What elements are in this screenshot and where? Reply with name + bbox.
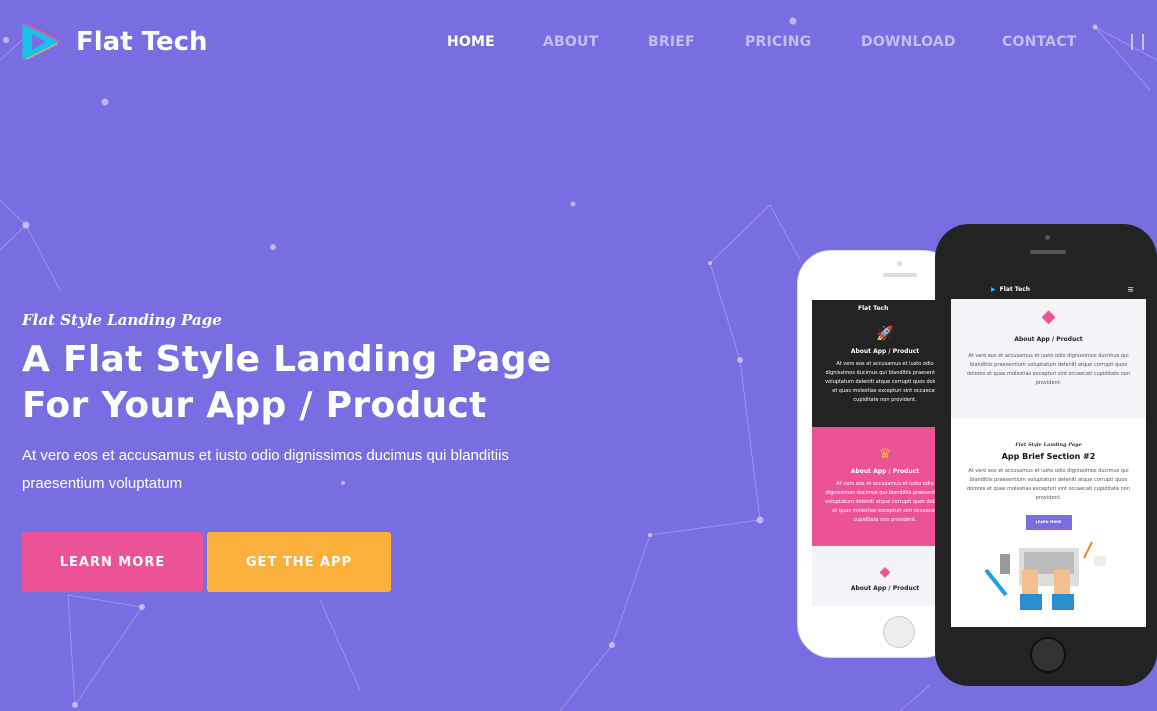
home-button	[1030, 637, 1066, 673]
crown-icon: ♛	[878, 446, 892, 462]
black-phone-mockup: ▶ Flat Tech ≡ ◆ About App / Product At v…	[935, 224, 1157, 686]
laptop-hands-illustration	[983, 541, 1106, 610]
brief-section: Flat Style Landing Page App Brief Sectio…	[951, 419, 1146, 627]
nav-contact[interactable]: CONTACT	[1002, 34, 1076, 50]
mini-logo-icon: ▶	[991, 286, 996, 293]
nav-home[interactable]: HOME	[447, 34, 495, 50]
hamburger-icon[interactable]: ≡	[1127, 285, 1134, 294]
section-text: At vero eos et accusamus et iusto odio d…	[967, 353, 1131, 386]
nav-about[interactable]: ABOUT	[543, 34, 598, 50]
speaker	[883, 273, 917, 277]
section-title: About App / Product	[1014, 336, 1083, 343]
mini-brand: Flat Tech	[999, 286, 1030, 293]
section-title: About App / Product	[850, 468, 920, 475]
nav-brief[interactable]: BRIEF	[648, 34, 695, 50]
brief-text: At vero eos et accusamus et iusto odio d…	[967, 468, 1131, 501]
diamond-icon: ◆	[1041, 306, 1056, 327]
diamond-icon: ◆	[879, 564, 891, 580]
nav-pricing[interactable]: PRICING	[745, 34, 811, 50]
home-button	[883, 616, 915, 648]
section-text: At vero eos et accusamus et iusto odio d…	[825, 361, 945, 403]
white-phone-mockup: Flat Tech 🚀 About App / Product At vero …	[797, 250, 958, 658]
brief-kicker: Flat Style Landing Page	[1015, 442, 1082, 448]
camera	[897, 261, 902, 266]
rocket-icon: 🚀	[876, 326, 894, 342]
hero-description: At vero eos et accusamus et iusto odio d…	[22, 447, 509, 492]
speaker	[1030, 250, 1066, 254]
hero-title-line1: A Flat Style Landing Page	[22, 339, 552, 380]
learn-more-button[interactable]: LEARN MORE	[22, 532, 203, 592]
pause-bars-icon[interactable]	[1131, 34, 1144, 50]
main-nav: HOME ABOUT BRIEF PRICING DOWNLOAD CONTAC…	[0, 34, 1157, 54]
mini-header: ▶ Flat Tech ≡	[951, 280, 1146, 299]
about-section: ◆ About App / Product At vero eos et acc…	[951, 299, 1146, 419]
nav-download[interactable]: DOWNLOAD	[861, 34, 956, 50]
mini-learn-more-button: LEARN MORE	[1025, 515, 1072, 530]
camera	[1045, 235, 1050, 240]
section-title: About App / Product	[850, 348, 920, 355]
section-text: At vero eos et accusamus et iusto odio d…	[825, 481, 945, 523]
black-phone-screen: ▶ Flat Tech ≡ ◆ About App / Product At v…	[951, 280, 1146, 627]
hero-title-line2: For Your App / Product	[22, 385, 487, 426]
hero-kicker: Flat Style Landing Page	[22, 311, 222, 329]
hero-title: A Flat Style Landing Page For Your App /…	[22, 337, 552, 429]
brief-title: App Brief Section #2	[1001, 452, 1096, 461]
section-title: About App / Product	[850, 585, 920, 592]
get-the-app-button[interactable]: GET THE APP	[207, 532, 391, 592]
mini-brand: Flat Tech	[858, 305, 889, 312]
